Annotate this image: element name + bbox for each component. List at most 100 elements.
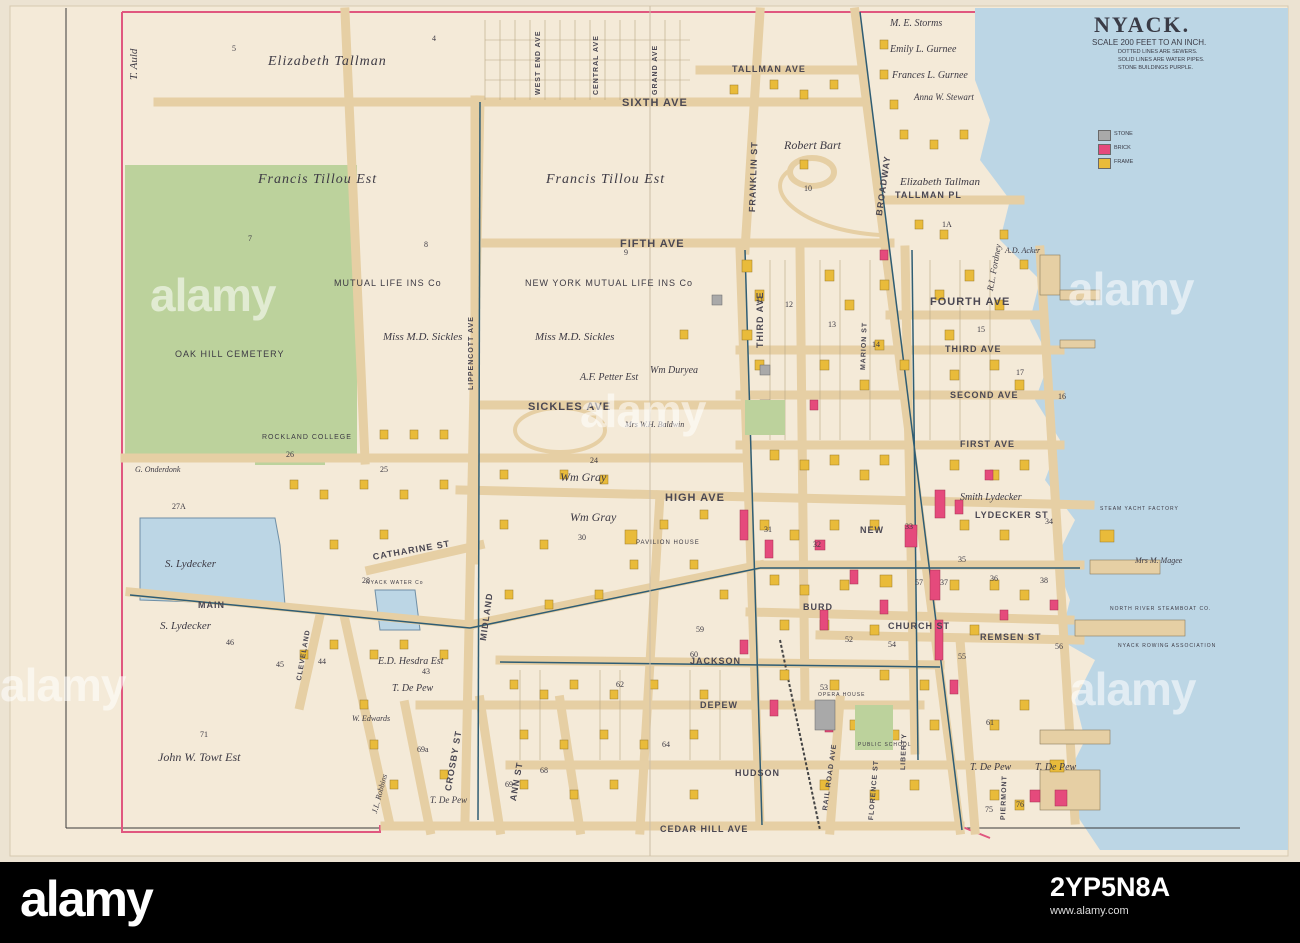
plate-number: 57 — [915, 578, 923, 587]
owner-mutual-life: MUTUAL LIFE INS Co — [334, 278, 442, 288]
plate-number: 34 — [1045, 517, 1053, 526]
owner-miss-sickles-west: Miss M.D. Sickles — [383, 331, 463, 343]
owner-robert-bart: Robert Bart — [784, 138, 841, 152]
owner-elizabeth-tallman: Elizabeth Tallman — [268, 54, 387, 69]
plate-number: 24 — [590, 456, 598, 465]
street-label-fourth-ave: FOURTH AVE — [930, 296, 1011, 308]
plate-number: 75 — [985, 805, 993, 814]
owner-t-depew-1: T. De Pew — [392, 683, 434, 694]
plate-number: 52 — [845, 635, 853, 644]
street-label-tallman-pl: TALLMAN PL — [895, 190, 962, 200]
owner-oak-hill-cemetery: OAK HILL CEMETERY — [175, 349, 285, 359]
owner-john-towt: John W. Towt Est — [158, 750, 241, 764]
plate-number: 14 — [872, 340, 880, 349]
plate-number: 10 — [804, 184, 812, 193]
owner-francis-tillou-east: Francis Tillou Est — [546, 172, 666, 187]
plate-number: 59 — [696, 625, 704, 634]
plate-number: 69 — [505, 780, 513, 789]
footer-logo[interactable]: alamy — [20, 870, 154, 928]
legend-frame-label: FRAME — [1114, 159, 1134, 165]
plate-number: 32 — [813, 540, 821, 549]
map-note-water-pipes: SOLID LINES ARE WATER PIPES. — [1118, 57, 1205, 63]
street-label-main: MAIN — [198, 600, 225, 610]
owner-smith-lydecker: Smith Lydecker — [960, 492, 1022, 503]
street-label-second-ave: SECOND AVE — [950, 390, 1019, 400]
street-label-central-ave: CENTRAL AVE — [593, 35, 600, 95]
owner-t-auld: T. Auld — [128, 48, 140, 80]
street-label-lippencott-ave: LIPPENCOTT AVE — [468, 316, 475, 390]
street-label-hudson: HUDSON — [735, 768, 781, 778]
owner-my-magee: Mrs M. Magee — [1135, 556, 1183, 565]
owner-wm-gray-1: Wm Gray — [560, 470, 607, 484]
owner-emily-gurnee: Emily L. Gurnee — [890, 44, 957, 55]
plate-number: 30 — [578, 533, 586, 542]
plate-number: 64 — [662, 740, 670, 749]
plate-number: 9 — [624, 248, 628, 257]
owner-ed-hesdra: E.D. Hesdra Est — [378, 656, 444, 667]
plate-number: 25 — [380, 465, 388, 474]
watermark-left: alamy — [150, 269, 276, 321]
plate-number: 7 — [248, 234, 252, 243]
plate-number: 13 — [828, 320, 836, 329]
plate-number: 44 — [318, 657, 326, 666]
map-scale: SCALE 200 FEET TO AN INCH. — [1092, 38, 1207, 47]
map-title: NYACK. — [1094, 12, 1191, 37]
owner-wm-duryea: Wm Duryea — [650, 365, 699, 376]
watermark-left-bottom: alamy — [0, 659, 126, 711]
plate-number: 1A — [942, 220, 952, 229]
plate-number: 4 — [432, 34, 436, 43]
owner-s-lydecker-main: S. Lydecker — [160, 620, 211, 632]
plate-number: 46 — [226, 638, 234, 647]
legend-stone-label: STONE — [1114, 131, 1133, 137]
owner-francis-tillou-west: Francis Tillou Est — [258, 172, 378, 187]
plate-number: 62 — [616, 680, 624, 689]
plate-number: 11 — [756, 296, 764, 305]
plate-number: 54 — [888, 640, 896, 649]
owner-anna-stewart: Anna W. Stewart — [914, 92, 974, 102]
owner-frances-gurnee: Frances L. Gurnee — [892, 70, 968, 81]
owner-g-onderdonk: G. Onderdonk — [135, 465, 181, 474]
plate-number: 28 — [362, 576, 370, 585]
plate-number: 31 — [764, 525, 772, 534]
label-steamboat-co: NORTH RIVER STEAMBOAT CO. — [1110, 606, 1212, 612]
legend-brick-label: BRICK — [1114, 145, 1131, 151]
owner-elizabeth-tallman-east: Elizabeth Tallman — [900, 176, 980, 188]
footer-url[interactable]: www.alamy.com — [1050, 905, 1129, 917]
plate-number: 76 — [1016, 800, 1024, 809]
plate-number: 55 — [958, 652, 966, 661]
plate-number: 53 — [820, 683, 828, 692]
map-note-sewers: DOTTED LINES ARE SEWERS. — [1118, 49, 1198, 55]
owner-t-depew-4: T. De Pew — [1035, 762, 1077, 773]
plate-number: 33 — [905, 522, 913, 531]
label-steam-yacht-factory: STEAM YACHT FACTORY — [1100, 506, 1179, 512]
label-public-school: PUBLIC SCHOOL — [858, 742, 912, 748]
map-note-stone: STONE BUILDINGS PURPLE. — [1118, 65, 1194, 71]
plate-number: 71 — [200, 730, 208, 739]
plate-number: 45 — [276, 660, 284, 669]
plate-number: 5 — [232, 44, 236, 53]
owner-miss-sickles-east: Miss M.D. Sickles — [535, 331, 615, 343]
street-label-high-ave: HIGH AVE — [665, 492, 725, 504]
plate-number: 35 — [958, 555, 966, 564]
plate-number: 68 — [540, 766, 548, 775]
legend-brick-swatch — [1098, 144, 1111, 155]
map-sheet: NYACK. SCALE 200 FEET TO AN INCH. DOTTED… — [0, 0, 1300, 862]
plate-number: 17 — [1016, 368, 1024, 377]
street-label-west-end-ave: WEST END AVE — [535, 30, 542, 95]
plate-number: 16 — [1058, 392, 1066, 401]
street-label-church-st: CHURCH ST — [888, 621, 950, 631]
street-label-tallman-ave: TALLMAN AVE — [732, 64, 806, 74]
street-label-fifth-ave: FIFTH AVE — [620, 238, 685, 250]
plate-number: 12 — [785, 300, 793, 309]
legend-frame-swatch — [1098, 158, 1111, 169]
plate-number: 38 — [1040, 576, 1048, 585]
plate-number: 61 — [986, 718, 994, 727]
owner-me-storms: M. E. Storms — [890, 18, 943, 29]
plate-number: 69a — [417, 745, 429, 754]
watermark-right-top: alamy — [1068, 263, 1194, 315]
plate-number: 26 — [286, 450, 294, 459]
owner-af-petter: A.F. Petter Est — [580, 372, 639, 383]
watermark-center: alamy — [580, 385, 706, 437]
street-label-third-ave-east: THIRD AVE — [945, 344, 1002, 354]
owner-wm-gray-2: Wm Gray — [570, 510, 617, 524]
